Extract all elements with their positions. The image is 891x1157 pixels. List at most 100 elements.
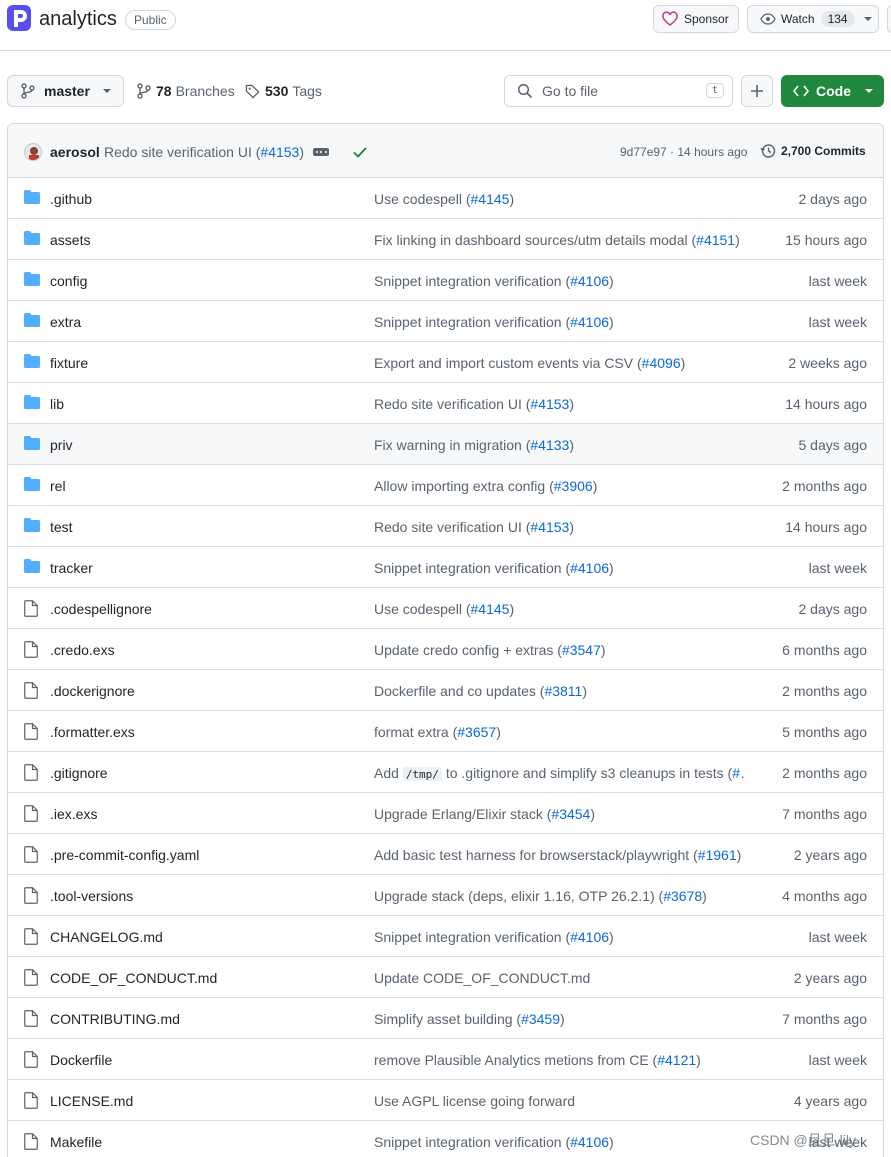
file-commit-message[interactable]: Simplify asset building (#3459)	[374, 1011, 565, 1027]
file-commit-message[interactable]: Use codespell (#4145)	[374, 601, 514, 617]
file-row[interactable]: .iex.exs Upgrade Erlang/Elixir stack (#34…	[8, 793, 883, 834]
file-row[interactable]: .formatter.exs format extra (#3657) 5 mont…	[8, 711, 883, 752]
avatar[interactable]	[24, 143, 42, 161]
file-commit-message[interactable]: Update credo config + extras (#3547)	[374, 642, 606, 658]
pr-link[interactable]: #4153	[530, 396, 569, 412]
file-row[interactable]: tracker Snippet integration verification …	[8, 547, 883, 588]
watch-button[interactable]: Watch 134	[747, 5, 879, 33]
ellipsis-icon[interactable]	[313, 148, 329, 156]
pr-link[interactable]: #4145	[471, 601, 510, 617]
pr-link[interactable]: #4106	[570, 1134, 609, 1150]
file-name[interactable]: Makefile	[50, 1134, 102, 1150]
file-row[interactable]: assets Fix linking in dashboard sources/u…	[8, 219, 883, 260]
file-name[interactable]: Dockerfile	[50, 1052, 112, 1068]
file-row[interactable]: .dockerignore Dockerfile and co updates (…	[8, 670, 883, 711]
file-row[interactable]: rel Allow importing extra config (#3906) 2…	[8, 465, 883, 506]
file-name[interactable]: rel	[50, 478, 66, 494]
file-commit-message[interactable]: Snippet integration verification (#4106)	[374, 560, 614, 576]
pr-link[interactable]: #3906	[554, 478, 593, 494]
pr-link[interactable]: #4153	[530, 519, 569, 535]
file-name[interactable]: lib	[50, 396, 64, 412]
file-name[interactable]: CHANGELOG.md	[50, 929, 163, 945]
pr-link[interactable]: #3459	[521, 1011, 560, 1027]
file-name[interactable]: assets	[50, 232, 90, 248]
file-name[interactable]: .tool-versions	[50, 888, 133, 904]
commit-sha-time[interactable]: 9d77e97 · 14 hours ago	[620, 145, 747, 159]
commit-message[interactable]: Redo site verification UI (#4153)	[104, 144, 304, 160]
tags-link[interactable]: 530 Tags	[245, 83, 322, 99]
file-commit-message[interactable]: Redo site verification UI (#4153)	[374, 396, 574, 412]
pr-link[interactable]: #3811	[544, 683, 582, 699]
file-name[interactable]: priv	[50, 437, 73, 453]
file-row[interactable]: extra Snippet integration verification (#…	[8, 301, 883, 342]
file-name[interactable]: .codespellignore	[50, 601, 152, 617]
file-row[interactable]: .gitignore Add /tmp/ to .gitignore and si…	[8, 752, 883, 793]
file-name[interactable]: .github	[50, 191, 92, 207]
pr-link[interactable]: #4106	[570, 273, 609, 289]
file-name[interactable]: .iex.exs	[50, 806, 97, 822]
file-name[interactable]: .formatter.exs	[50, 724, 135, 740]
pr-link[interactable]: #4106	[570, 314, 609, 330]
repo-name[interactable]: analytics	[39, 8, 117, 31]
file-commit-message[interactable]: Fix linking in dashboard sources/utm det…	[374, 232, 740, 248]
file-row[interactable]: LICENSE.md Use AGPL license going forward…	[8, 1080, 883, 1121]
file-row[interactable]: CHANGELOG.md Snippet integration verifica…	[8, 916, 883, 957]
file-commit-message[interactable]: Upgrade Erlang/Elixir stack (#3454)	[374, 806, 595, 822]
file-commit-message[interactable]: Use codespell (#4145)	[374, 191, 514, 207]
pr-link[interactable]: #4121	[657, 1052, 696, 1068]
file-name[interactable]: .credo.exs	[50, 642, 115, 658]
pr-link[interactable]: #3454	[551, 806, 590, 822]
file-row[interactable]: priv Fix warning in migration (#4133) 5 da…	[8, 424, 883, 465]
sponsor-button[interactable]: Sponsor	[653, 5, 739, 33]
pr-link[interactable]: #1961	[698, 847, 737, 863]
file-commit-message[interactable]: Redo site verification UI (#4153)	[374, 519, 574, 535]
pr-link[interactable]: #4106	[570, 929, 609, 945]
branch-selector[interactable]: master	[7, 75, 124, 107]
file-name[interactable]: tracker	[50, 560, 93, 576]
file-row[interactable]: test Redo site verification UI (#4153) 14 …	[8, 506, 883, 547]
file-commit-message[interactable]: Snippet integration verification (#4106)	[374, 929, 614, 945]
file-row[interactable]: .tool-versions Upgrade stack (deps, elixi…	[8, 875, 883, 916]
pr-link[interactable]: #4153	[260, 144, 299, 160]
file-row[interactable]: .credo.exs Update credo config + extras (…	[8, 629, 883, 670]
file-commit-message[interactable]: Export and import custom events via CSV …	[374, 355, 685, 371]
pr-link[interactable]: #3657	[457, 724, 496, 740]
commit-author[interactable]: aerosol	[50, 144, 100, 160]
pr-link[interactable]: #4145	[471, 191, 510, 207]
file-commit-message[interactable]: Allow importing extra config (#3906)	[374, 478, 597, 494]
file-row[interactable]: config Snippet integration verification (…	[8, 260, 883, 301]
file-commit-message[interactable]: Snippet integration verification (#4106)	[374, 314, 614, 330]
pr-link[interactable]: #4133	[530, 437, 569, 453]
file-name[interactable]: LICENSE.md	[50, 1093, 133, 1109]
file-name[interactable]: CONTRIBUTING.md	[50, 1011, 180, 1027]
file-row[interactable]: CONTRIBUTING.md Simplify asset building (…	[8, 998, 883, 1039]
file-name[interactable]: .pre-commit-config.yaml	[50, 847, 199, 863]
file-commit-message[interactable]: Add /tmp/ to .gitignore and simplify s3 …	[374, 765, 746, 781]
file-row[interactable]: lib Redo site verification UI (#4153) 14 h…	[8, 383, 883, 424]
file-commit-message[interactable]: Upgrade stack (deps, elixir 1.16, OTP 26…	[374, 888, 707, 904]
file-commit-message[interactable]: Use AGPL license going forward	[374, 1093, 575, 1109]
file-name[interactable]: .gitignore	[50, 765, 108, 781]
file-row[interactable]: .github Use codespell (#4145) 2 days ago	[8, 178, 883, 219]
pr-link[interactable]: #…	[732, 765, 746, 781]
file-name[interactable]: .dockerignore	[50, 683, 135, 699]
file-commit-message[interactable]: Fix warning in migration (#4133)	[374, 437, 574, 453]
file-row[interactable]: fixture Export and import custom events v…	[8, 342, 883, 383]
file-row[interactable]: CODE_OF_CONDUCT.md Update CODE_OF_CONDUCT…	[8, 957, 883, 998]
file-name[interactable]: CODE_OF_CONDUCT.md	[50, 970, 217, 986]
file-name[interactable]: extra	[50, 314, 81, 330]
file-commit-message[interactable]: Dockerfile and co updates (#3811)	[374, 683, 587, 699]
file-commit-message[interactable]: format extra (#3657)	[374, 724, 501, 740]
file-row[interactable]: .codespellignore Use codespell (#4145) 2 d…	[8, 588, 883, 629]
pr-link[interactable]: #4106	[570, 560, 609, 576]
pr-link[interactable]: #3547	[562, 642, 601, 658]
code-button[interactable]: Code	[781, 75, 884, 107]
file-commit-message[interactable]: remove Plausible Analytics metions from …	[374, 1052, 701, 1068]
pr-link[interactable]: #4096	[642, 355, 681, 371]
file-name[interactable]: test	[50, 519, 73, 535]
file-commit-message[interactable]: Add basic test harness for browserstack/…	[374, 847, 741, 863]
go-to-file-input[interactable]: Go to file t	[504, 75, 733, 107]
file-row[interactable]: .pre-commit-config.yaml Add basic test ha…	[8, 834, 883, 875]
pr-link[interactable]: #4151	[696, 232, 735, 248]
check-icon[interactable]	[352, 144, 368, 160]
